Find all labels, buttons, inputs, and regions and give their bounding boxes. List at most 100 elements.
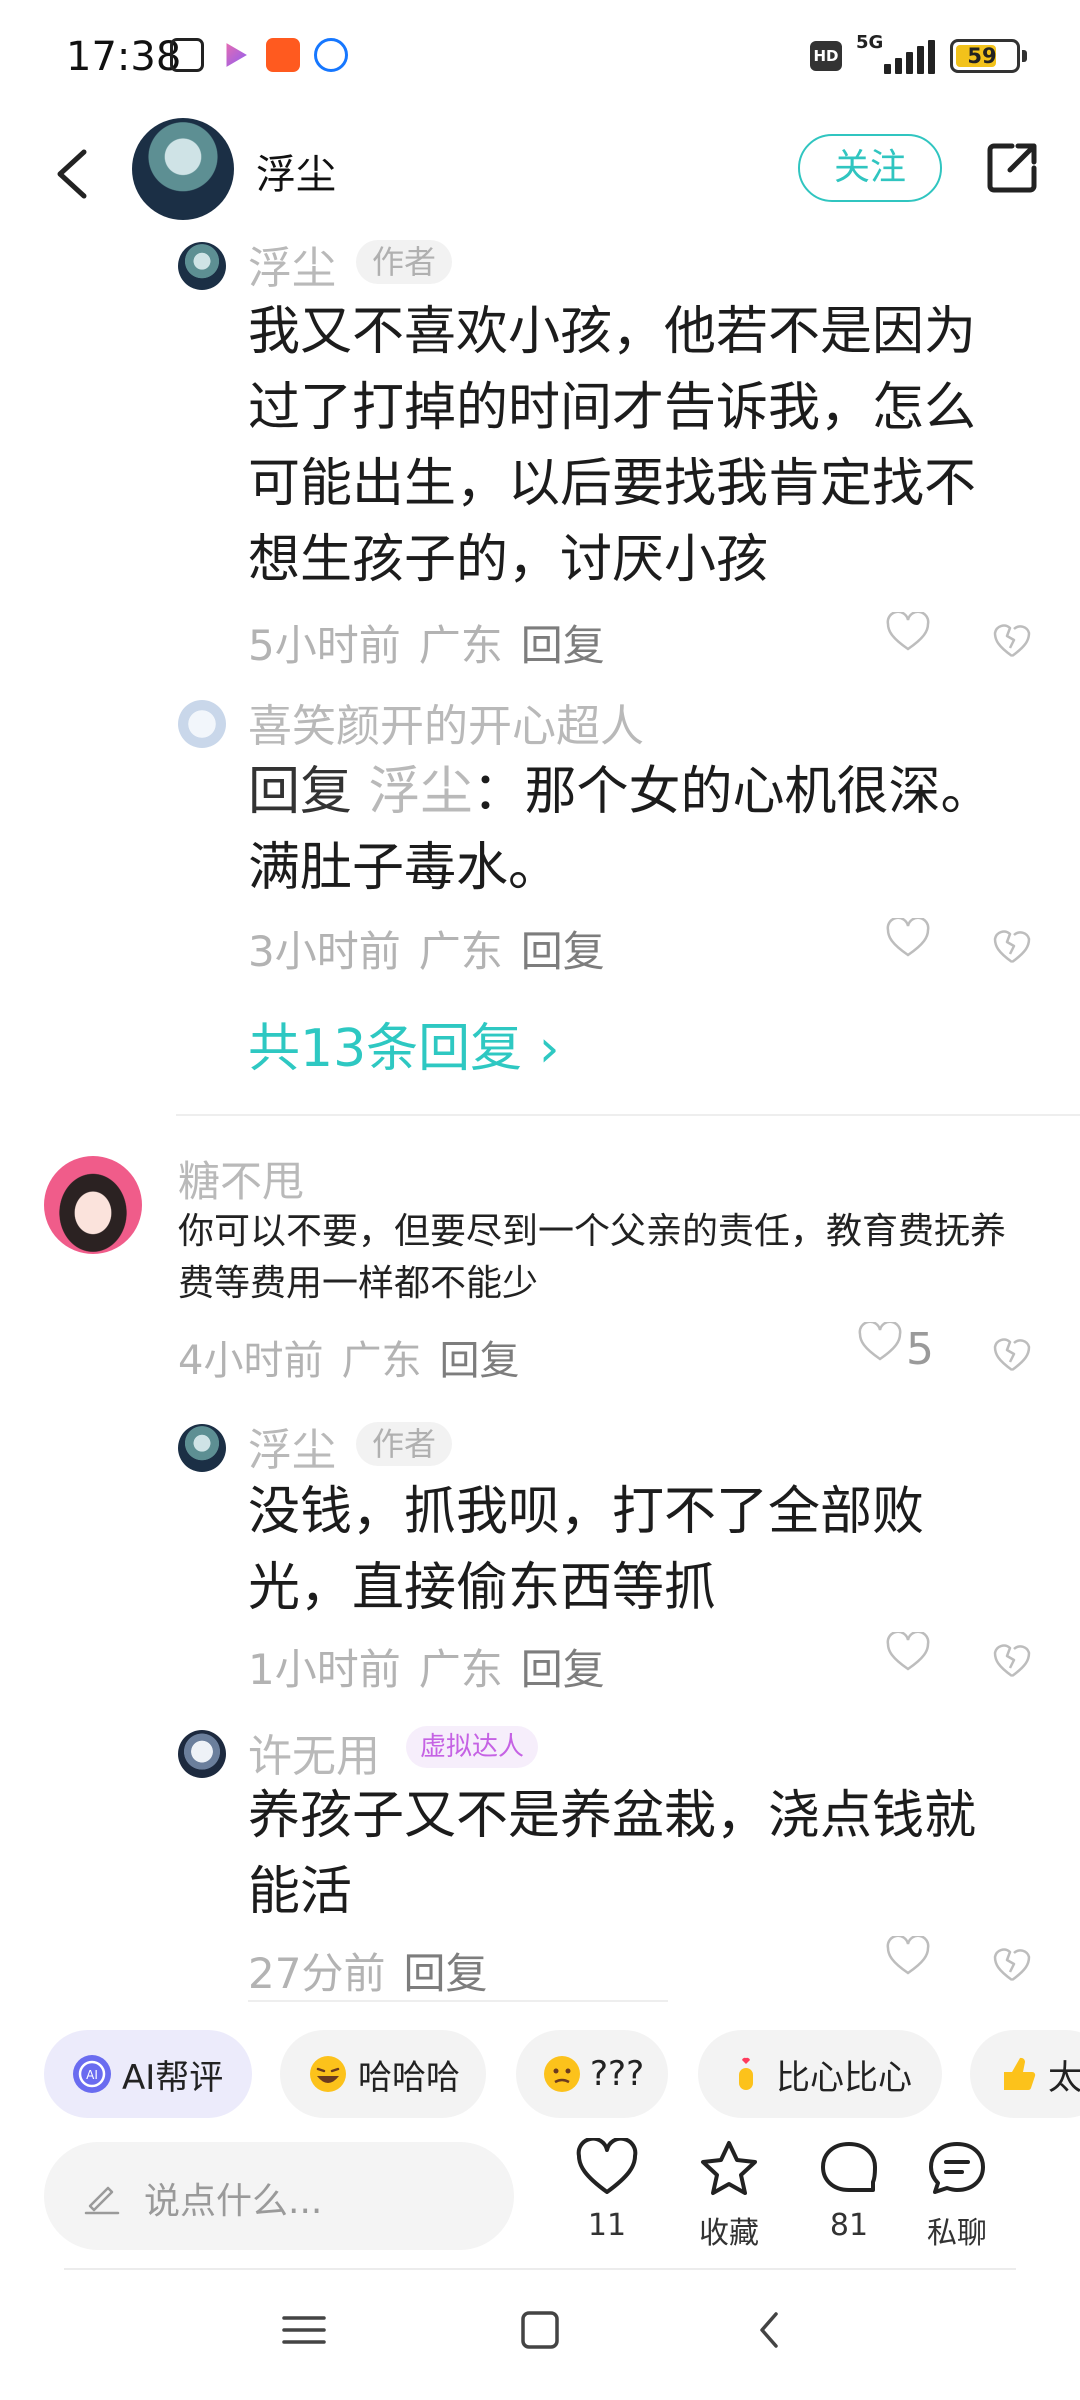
private-chat-button[interactable]: 私聊 [912, 2138, 1002, 2252]
like-button[interactable]: 11 [562, 2138, 652, 2243]
reply-time: 27分前 [248, 1949, 386, 1998]
follow-button[interactable]: 关注 [798, 134, 942, 202]
reaction-chip-thumbs-up[interactable]: 太 [970, 2030, 1080, 2118]
author-avatar[interactable] [132, 118, 234, 220]
avatar[interactable] [178, 1730, 226, 1778]
reply-location: 广东 [418, 927, 503, 976]
taobao-app-icon [266, 38, 300, 72]
divider [64, 2268, 1016, 2270]
reply-author-name[interactable]: 浮尘 [248, 1414, 336, 1478]
reaction-chip-finger-heart[interactable]: 比心比心 [698, 2030, 942, 2118]
reply-text[interactable]: 回复 浮尘：那个女的心机很深。满肚子毒水。 [248, 754, 1008, 906]
reply-meta: 5小时前 广东 回复 [248, 612, 623, 673]
reply-text[interactable]: 我又不喜欢小孩，他若不是因为过了打掉的时间才告诉我，怎么可能出生，以后要找我肯定… [248, 294, 1008, 598]
view-more-replies-link[interactable]: 共13条回复 › [248, 1006, 560, 1081]
comment-input[interactable]: 说点什么... [44, 2142, 514, 2250]
reaction-chip-haha[interactable]: 哈哈哈 [280, 2030, 486, 2118]
ai-comment-chip[interactable]: AI AI帮评 [44, 2030, 252, 2118]
broken-heart-icon[interactable] [992, 620, 1032, 660]
back-nav-icon[interactable] [740, 2300, 800, 2360]
finger-heart-emoji-icon [724, 2052, 768, 2096]
reply-text[interactable]: 养孩子又不是养盆栽，浇点钱就能活 [248, 1778, 1008, 1930]
comment-location: 广东 [341, 1338, 422, 1384]
comment-author-name[interactable]: 糖不甩 [178, 1148, 304, 1209]
heart-icon[interactable] [886, 918, 930, 958]
broken-heart-icon[interactable] [992, 926, 1032, 966]
broken-heart-icon[interactable] [992, 1334, 1032, 1374]
video-app-icon [226, 43, 247, 67]
menu-icon[interactable] [274, 2300, 334, 2360]
comment-meta: 4小时前 广东 回复 [178, 1328, 537, 1386]
chip-label: ??? [590, 2054, 645, 2094]
nfc-icon [170, 38, 204, 72]
battery-level: 59 [967, 44, 997, 68]
avatar[interactable] [178, 242, 226, 290]
reply-button[interactable]: 回复 [521, 1645, 605, 1694]
reply-location: 广东 [418, 621, 503, 670]
reply-time: 5小时前 [248, 621, 401, 670]
network-type: 5G [856, 32, 884, 53]
heart-icon[interactable] [858, 1322, 902, 1362]
reply-button[interactable]: 回复 [403, 1949, 487, 1998]
mentioned-user[interactable]: 浮尘 [369, 762, 473, 822]
virtual-expert-tag: 虚拟达人 [406, 1726, 539, 1768]
comment-time: 4小时前 [178, 1338, 324, 1384]
reply-time: 3小时前 [248, 927, 401, 976]
heart-icon[interactable] [886, 612, 930, 652]
reply-location: 广东 [418, 1645, 503, 1694]
chip-label: 比心比心 [776, 2057, 912, 2098]
comments-button[interactable]: 81 [804, 2138, 894, 2243]
reply-author-name[interactable]: 浮尘 [248, 232, 336, 296]
status-time: 17:38 [66, 34, 182, 80]
like-count: 11 [587, 2208, 627, 2243]
collect-label: 收藏 [699, 2216, 759, 2251]
confused-emoji-icon [542, 2052, 582, 2096]
svg-text:AI: AI [86, 2068, 98, 2082]
chip-label: AI帮评 [122, 2057, 224, 2098]
avatar[interactable] [178, 1424, 226, 1472]
reply-text[interactable]: 没钱，抓我呗，打不了全部败光，直接偷东西等抓 [248, 1474, 1008, 1626]
reply-author-name[interactable]: 喜笑颜开的开心超人 [248, 690, 644, 754]
share-icon[interactable] [984, 140, 1040, 196]
broken-heart-icon[interactable] [992, 1640, 1032, 1680]
laughing-emoji-icon [306, 2052, 350, 2096]
author-name[interactable]: 浮尘 [256, 142, 336, 200]
heart-icon[interactable] [886, 1936, 930, 1976]
comment-bubble-icon [821, 2142, 877, 2192]
chip-label: 太 [1048, 2057, 1080, 2098]
divider [176, 1114, 1080, 1116]
input-placeholder: 说点什么... [144, 2181, 323, 2222]
heart-icon [576, 2138, 638, 2194]
like-count: 5 [906, 1324, 934, 1375]
comment-count: 81 [829, 2208, 869, 2243]
signal-icon: 5G [856, 32, 936, 76]
collect-button[interactable]: 收藏 [684, 2138, 774, 2252]
reply-prefix: 回复 [248, 762, 369, 822]
post-header: 浮尘 关注 [0, 110, 1080, 238]
star-icon [701, 2141, 757, 2195]
avatar[interactable] [178, 700, 226, 748]
back-arrow-icon[interactable] [48, 144, 98, 204]
home-icon[interactable] [510, 2300, 570, 2360]
chip-label: 哈哈哈 [358, 2057, 460, 2098]
status-bar: 17:38 HD 5G 59 [0, 0, 1080, 110]
hd-icon: HD [810, 41, 842, 71]
chat-label: 私聊 [927, 2216, 987, 2251]
divider [248, 2000, 668, 2002]
broken-heart-icon[interactable] [992, 1944, 1032, 1984]
reply-button[interactable]: 回复 [521, 927, 605, 976]
reply-button[interactable]: 回复 [521, 621, 605, 670]
author-tag: 作者 [356, 1422, 453, 1466]
chat-icon [929, 2142, 985, 2194]
avatar[interactable] [44, 1156, 142, 1254]
reaction-chip-confused[interactable]: ??? [516, 2030, 668, 2118]
author-tag: 作者 [356, 240, 453, 284]
pencil-icon [84, 2186, 120, 2215]
reply-button[interactable]: 回复 [439, 1338, 519, 1384]
ai-icon: AI [70, 2052, 114, 2096]
comment-text[interactable]: 你可以不要，但要尽到一个父亲的责任，教育费抚养费等费用一样都不能少 [178, 1206, 1008, 1310]
reply-meta: 27分前 回复 [248, 1940, 505, 2001]
heart-icon[interactable] [886, 1632, 930, 1672]
thumbs-up-emoji-icon [996, 2052, 1040, 2096]
reply-author-name[interactable]: 许无用 [248, 1720, 380, 1784]
